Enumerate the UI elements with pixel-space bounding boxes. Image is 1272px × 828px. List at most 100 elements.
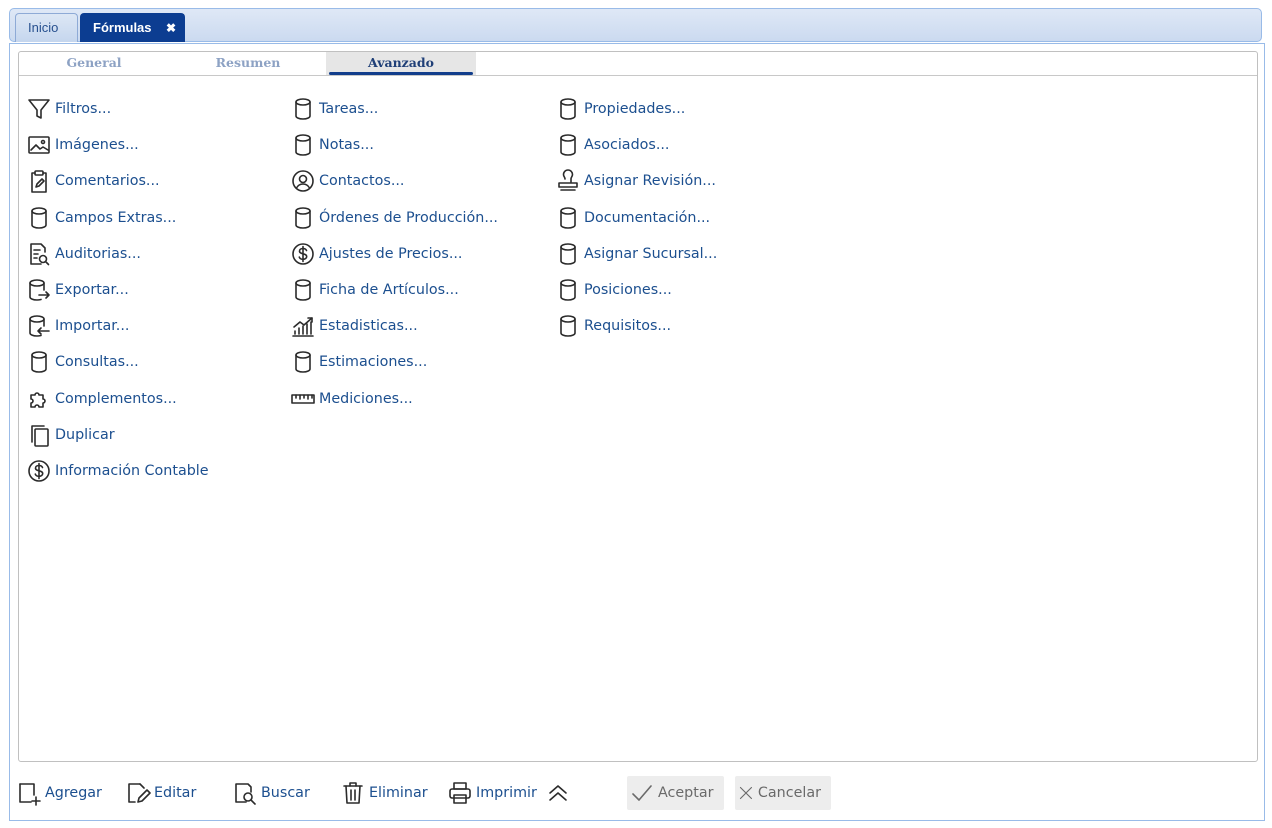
- option-asignar-revision[interactable]: Asignar Revisión...: [556, 163, 717, 199]
- option-label: Posiciones...: [584, 282, 672, 299]
- option-label: Órdenes de Producción...: [319, 209, 498, 226]
- bottom-toolbar: Agregar Editar Buscar Eliminar Imprimir …: [10, 770, 1264, 814]
- tab-formulas[interactable]: Fórmulas ✖: [80, 13, 185, 42]
- option-label: Comentarios...: [55, 173, 160, 190]
- option-duplicar[interactable]: Duplicar: [27, 417, 209, 453]
- option-asignar-sucursal[interactable]: Asignar Sucursal...: [556, 236, 717, 272]
- option-label: Documentación...: [584, 209, 711, 226]
- content-frame: General Resumen Avanzado Filtros... Imáge…: [18, 51, 1258, 762]
- option-ficha-de-articulos[interactable]: Ficha de Artículos...: [291, 272, 498, 308]
- editar-button[interactable]: Editar: [125, 776, 196, 810]
- database-icon: [556, 206, 580, 230]
- database-icon: [27, 350, 51, 374]
- database-icon: [556, 242, 580, 266]
- option-ajustes-de-precios[interactable]: Ajustes de Precios...: [291, 236, 498, 272]
- buscar-button[interactable]: Buscar: [232, 776, 310, 810]
- dollar-circle-icon: [291, 242, 315, 266]
- aceptar-button[interactable]: Aceptar: [627, 776, 724, 810]
- options-column-1: Filtros... Imágenes... Comentarios... Campo…: [27, 91, 209, 489]
- agregar-button[interactable]: Agregar: [16, 776, 102, 810]
- database-export-icon: [27, 278, 51, 302]
- main-panel: General Resumen Avanzado Filtros... Imáge…: [9, 43, 1265, 821]
- database-icon: [556, 97, 580, 121]
- option-asociados[interactable]: Asociados...: [556, 127, 717, 163]
- subtab-avanzado[interactable]: Avanzado: [326, 52, 476, 75]
- option-importar[interactable]: Importar...: [27, 308, 209, 344]
- subtab-bar: General Resumen Avanzado: [19, 52, 1257, 76]
- option-label: Auditorias...: [55, 245, 141, 262]
- filter-icon: [27, 97, 51, 121]
- imprimir-label: Imprimir: [476, 785, 537, 801]
- database-icon: [556, 314, 580, 338]
- option-posiciones[interactable]: Posiciones...: [556, 272, 717, 308]
- eliminar-button[interactable]: Eliminar: [340, 776, 428, 810]
- option-complementos[interactable]: Complementos...: [27, 381, 209, 417]
- option-label: Asignar Sucursal...: [584, 245, 718, 262]
- option-informacion-contable[interactable]: Información Contable: [27, 453, 209, 489]
- subtab-general[interactable]: General: [19, 52, 169, 75]
- option-label: Asociados...: [584, 137, 670, 154]
- aceptar-label: Aceptar: [658, 785, 714, 801]
- cancelar-label: Cancelar: [757, 785, 821, 801]
- database-icon: [27, 206, 51, 230]
- database-icon: [291, 133, 315, 157]
- option-propiedades[interactable]: Propiedades...: [556, 91, 717, 127]
- option-label: Notas...: [319, 137, 374, 154]
- options-column-3: Propiedades... Asociados... Asignar Revisi…: [556, 91, 717, 344]
- option-label: Tareas...: [319, 101, 379, 118]
- option-label: Duplicar: [55, 426, 115, 443]
- option-label: Ficha de Artículos...: [319, 282, 459, 299]
- database-icon: [291, 97, 315, 121]
- option-label: Consultas...: [55, 354, 139, 371]
- double-chevron-up-icon: [549, 785, 567, 801]
- option-auditorias[interactable]: Auditorias...: [27, 236, 209, 272]
- dollar-circle-icon: [27, 459, 51, 483]
- option-documentacion[interactable]: Documentación...: [556, 200, 717, 236]
- option-tareas[interactable]: Tareas...: [291, 91, 498, 127]
- option-label: Propiedades...: [584, 101, 686, 118]
- option-requisitos[interactable]: Requisitos...: [556, 308, 717, 344]
- database-icon: [291, 350, 315, 374]
- option-mediciones[interactable]: Mediciones...: [291, 381, 498, 417]
- cancelar-button[interactable]: Cancelar: [735, 776, 831, 810]
- copy-icon: [27, 423, 51, 447]
- ruler-icon: [291, 387, 315, 411]
- option-ordenes-de-produccion[interactable]: Órdenes de Producción...: [291, 200, 498, 236]
- imprimir-button[interactable]: Imprimir: [447, 776, 537, 810]
- option-label: Filtros...: [55, 101, 112, 118]
- option-imagenes[interactable]: Imágenes...: [27, 127, 209, 163]
- image-icon: [27, 133, 51, 157]
- option-label: Campos Extras...: [55, 209, 177, 226]
- option-contactos[interactable]: Contactos...: [291, 163, 498, 199]
- option-label: Asignar Revisión...: [584, 173, 716, 190]
- search-document-icon: [235, 783, 256, 805]
- check-icon: [632, 785, 652, 801]
- option-comentarios[interactable]: Comentarios...: [27, 163, 209, 199]
- option-filtros[interactable]: Filtros...: [27, 91, 209, 127]
- database-icon: [556, 133, 580, 157]
- document-search-icon: [27, 242, 51, 266]
- option-label: Complementos...: [55, 390, 177, 407]
- stamp-icon: [556, 169, 580, 193]
- buscar-label: Buscar: [261, 785, 310, 801]
- option-exportar[interactable]: Exportar...: [27, 272, 209, 308]
- option-campos-extras[interactable]: Campos Extras...: [27, 200, 209, 236]
- editar-label: Editar: [154, 785, 197, 801]
- option-label: Contactos...: [319, 173, 405, 190]
- close-tab-icon[interactable]: ✖: [166, 14, 176, 42]
- option-estadisticas[interactable]: Estadisticas...: [291, 308, 498, 344]
- collapse-toolbar-button[interactable]: [545, 776, 574, 810]
- chart-growth-icon: [291, 314, 315, 338]
- tab-inicio[interactable]: Inicio: [15, 13, 78, 42]
- option-label: Imágenes...: [55, 137, 139, 154]
- option-notas[interactable]: Notas...: [291, 127, 498, 163]
- subtab-resumen[interactable]: Resumen: [173, 52, 323, 75]
- database-icon: [291, 206, 315, 230]
- puzzle-icon: [27, 387, 51, 411]
- option-consultas[interactable]: Consultas...: [27, 344, 209, 380]
- database-icon: [556, 278, 580, 302]
- option-estimaciones[interactable]: Estimaciones...: [291, 344, 498, 380]
- agregar-label: Agregar: [45, 785, 102, 801]
- database-import-icon: [27, 314, 51, 338]
- options-column-2: Tareas... Notas... Contactos... Órdenes de …: [291, 91, 498, 417]
